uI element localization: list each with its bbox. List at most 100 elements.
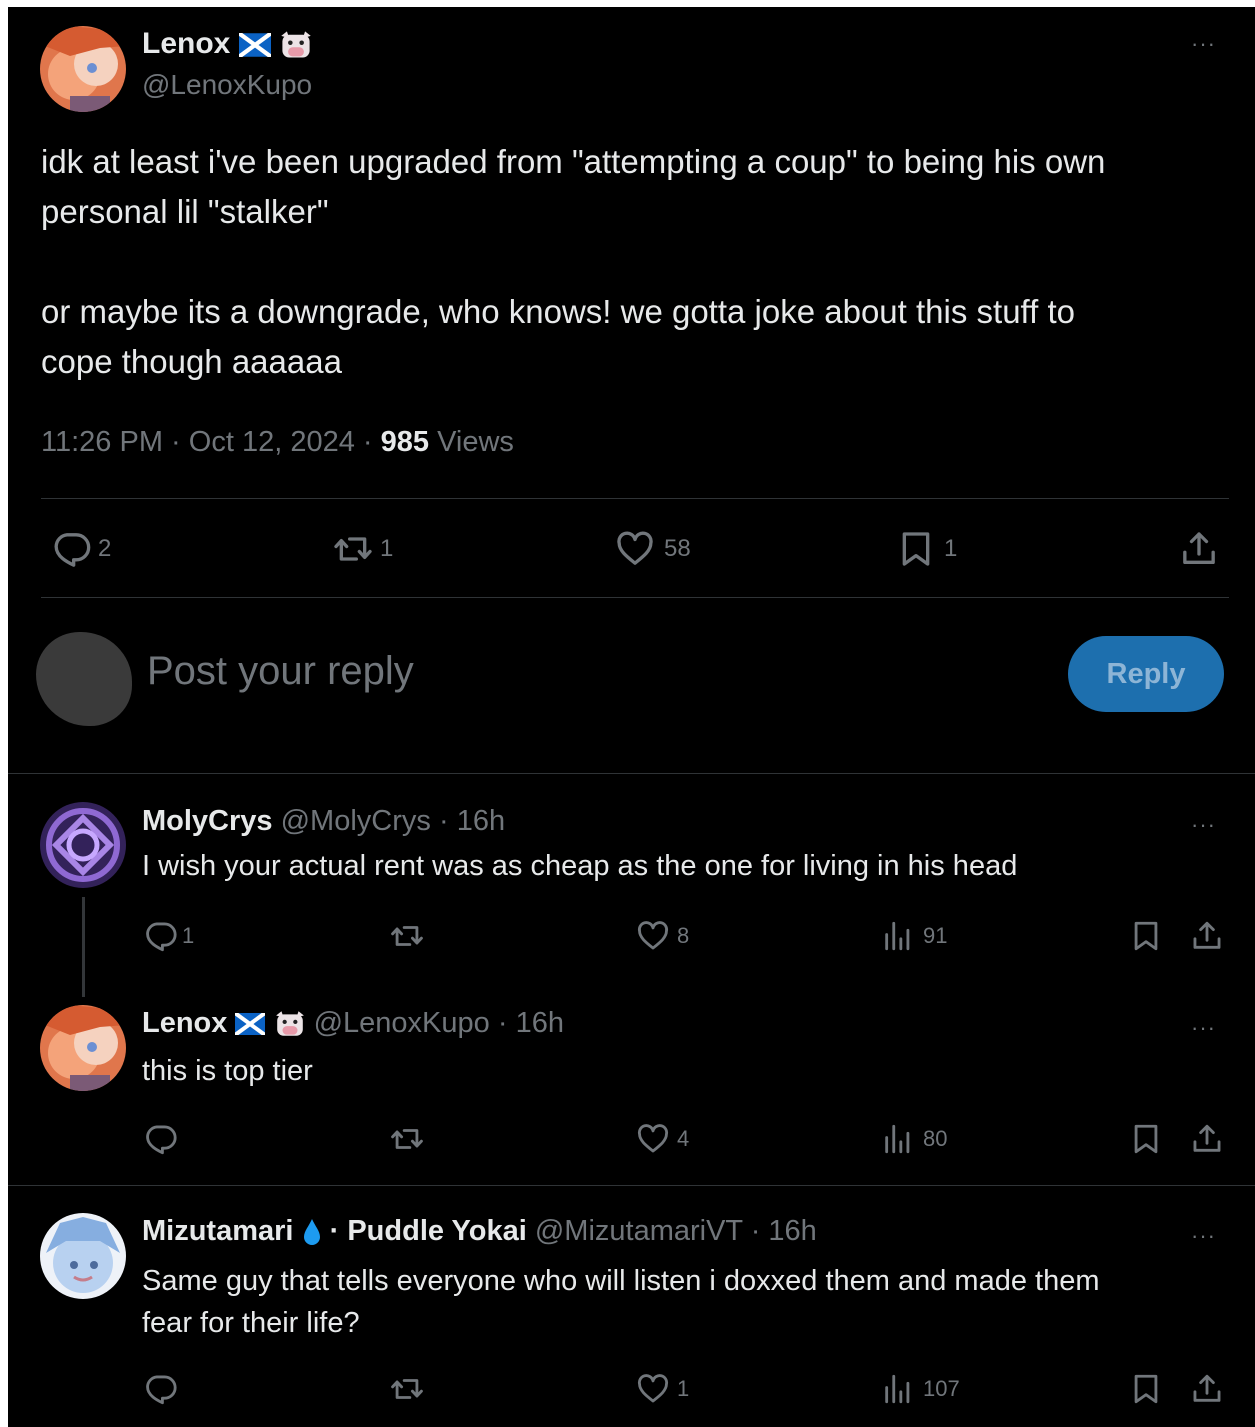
- more-icon[interactable]: ···: [1191, 1015, 1216, 1041]
- views-label: Views: [437, 426, 514, 458]
- post-text: idk at least i've been upgraded from "at…: [41, 137, 1105, 387]
- views-stat[interactable]: 80: [881, 1122, 947, 1156]
- like-stat[interactable]: 1: [635, 1372, 689, 1406]
- reply-stat[interactable]: [144, 1372, 182, 1406]
- more-icon[interactable]: ···: [1191, 812, 1216, 838]
- reply-text: Same guy that tells everyone who will li…: [142, 1260, 1100, 1344]
- bookmark-button[interactable]: [1129, 919, 1163, 953]
- meta-separator: ·: [362, 426, 373, 458]
- reply-time[interactable]: 16h: [457, 805, 505, 837]
- like-count: 58: [664, 535, 691, 562]
- meta-separator: ·: [171, 426, 181, 458]
- divider: [8, 1185, 1255, 1186]
- post-meta: 11:26 PM · Oct 12, 2024 · 985 Views: [41, 426, 514, 459]
- scotland-flag-icon: [239, 33, 271, 57]
- post-time[interactable]: 11:26 PM: [41, 426, 163, 458]
- reply-author-handle[interactable]: @MolyCrys: [281, 805, 431, 837]
- views-count: 985: [380, 426, 430, 458]
- thread-line: [82, 897, 85, 997]
- like-icon: [635, 1372, 671, 1406]
- cow-icon: [279, 29, 313, 61]
- like-stat[interactable]: 4: [635, 1122, 689, 1156]
- more-icon[interactable]: ···: [1191, 31, 1216, 57]
- like-count: 4: [677, 1126, 690, 1151]
- bookmark-icon: [1129, 1372, 1163, 1406]
- like-count: 1: [677, 1376, 690, 1401]
- reply-avatar[interactable]: [40, 1005, 126, 1091]
- reply-icon: [144, 1372, 178, 1406]
- post-date[interactable]: Oct 12, 2024: [189, 426, 355, 458]
- reply-button[interactable]: Reply: [1068, 636, 1224, 712]
- bookmark-button[interactable]: [1129, 1122, 1163, 1156]
- thread-page: Lenox @LenoxKupo ··· idk at least i've b…: [8, 7, 1255, 1427]
- reply-time[interactable]: 16h: [768, 1215, 816, 1247]
- reply-input[interactable]: Post your reply: [147, 649, 414, 694]
- bookmark-count: 1: [944, 535, 958, 562]
- reply-header: Lenox @LenoxKupo · 16h: [142, 1007, 564, 1040]
- name-separator: ·: [329, 1215, 340, 1247]
- author-name[interactable]: Lenox: [142, 27, 230, 60]
- reply-text-line: Same guy that tells everyone who will li…: [142, 1265, 1100, 1297]
- views-icon: [881, 1122, 915, 1156]
- views-stat[interactable]: 107: [881, 1372, 960, 1406]
- repost-icon: [332, 529, 374, 569]
- meta-separator: ·: [497, 1007, 508, 1039]
- reply-author-suffix[interactable]: Puddle Yokai: [347, 1215, 526, 1247]
- reply-stat[interactable]: 2: [52, 529, 111, 569]
- reply-stat[interactable]: [144, 1122, 182, 1156]
- repost-icon: [389, 1372, 425, 1406]
- share-button[interactable]: [1190, 1372, 1224, 1406]
- reply-author-name[interactable]: Mizutamari: [142, 1215, 293, 1247]
- like-stat[interactable]: 58: [614, 529, 691, 569]
- reply-stat[interactable]: 1: [144, 919, 194, 953]
- bookmark-icon: [1129, 919, 1163, 953]
- reply-author-handle[interactable]: @LenoxKupo: [314, 1007, 490, 1039]
- share-button[interactable]: [1179, 529, 1219, 569]
- like-count: 8: [677, 923, 690, 948]
- share-button[interactable]: [1190, 919, 1224, 953]
- like-stat[interactable]: 8: [635, 919, 689, 953]
- bookmark-stat[interactable]: 1: [896, 529, 957, 569]
- divider: [8, 773, 1255, 774]
- views-count: 107: [923, 1376, 960, 1401]
- reply-author-name[interactable]: MolyCrys: [142, 805, 273, 837]
- reply-author-handle[interactable]: @MizutamariVT: [535, 1215, 743, 1247]
- reply-header: MolyCrys @MolyCrys · 16h: [142, 805, 505, 838]
- user-avatar[interactable]: [36, 632, 132, 726]
- reply-text: this is top tier: [142, 1055, 313, 1087]
- bookmark-button[interactable]: [1129, 1372, 1163, 1406]
- reply-avatar[interactable]: [40, 802, 126, 888]
- repost-count: 1: [380, 535, 394, 562]
- divider: [41, 597, 1229, 598]
- views-count: 91: [923, 923, 948, 948]
- cow-icon: [274, 1009, 306, 1039]
- reply-time[interactable]: 16h: [516, 1007, 564, 1039]
- reply-icon: [144, 1122, 178, 1156]
- like-icon: [635, 919, 671, 953]
- author-handle[interactable]: @LenoxKupo: [142, 69, 312, 101]
- author-name-row[interactable]: Lenox: [142, 27, 313, 61]
- author-avatar[interactable]: [40, 26, 126, 112]
- repost-stat[interactable]: 1: [332, 529, 393, 569]
- repost-stat[interactable]: [389, 1372, 429, 1406]
- repost-stat[interactable]: [389, 919, 429, 953]
- reply-header: Mizutamari · Puddle Yokai @MizutamariVT …: [142, 1215, 817, 1248]
- reply-author-name[interactable]: Lenox: [142, 1007, 227, 1039]
- share-icon: [1190, 1122, 1224, 1156]
- share-icon: [1179, 529, 1219, 569]
- repost-stat[interactable]: [389, 1122, 429, 1156]
- reply-text-line: fear for their life?: [142, 1307, 360, 1339]
- reply-avatar[interactable]: [40, 1213, 126, 1299]
- post-text-line: personal lil "stalker": [41, 193, 329, 230]
- reply-count: 2: [98, 535, 112, 562]
- bookmark-icon: [1129, 1122, 1163, 1156]
- more-icon[interactable]: ···: [1191, 1223, 1216, 1249]
- share-button[interactable]: [1190, 1122, 1224, 1156]
- meta-separator: ·: [750, 1215, 761, 1247]
- post-text-line: cope though aaaaaa: [41, 343, 342, 380]
- views-stat[interactable]: 91: [881, 919, 947, 953]
- reply-text: I wish your actual rent was as cheap as …: [142, 850, 1018, 882]
- like-icon: [635, 1122, 671, 1156]
- reply-icon: [52, 529, 92, 569]
- like-icon: [614, 529, 656, 569]
